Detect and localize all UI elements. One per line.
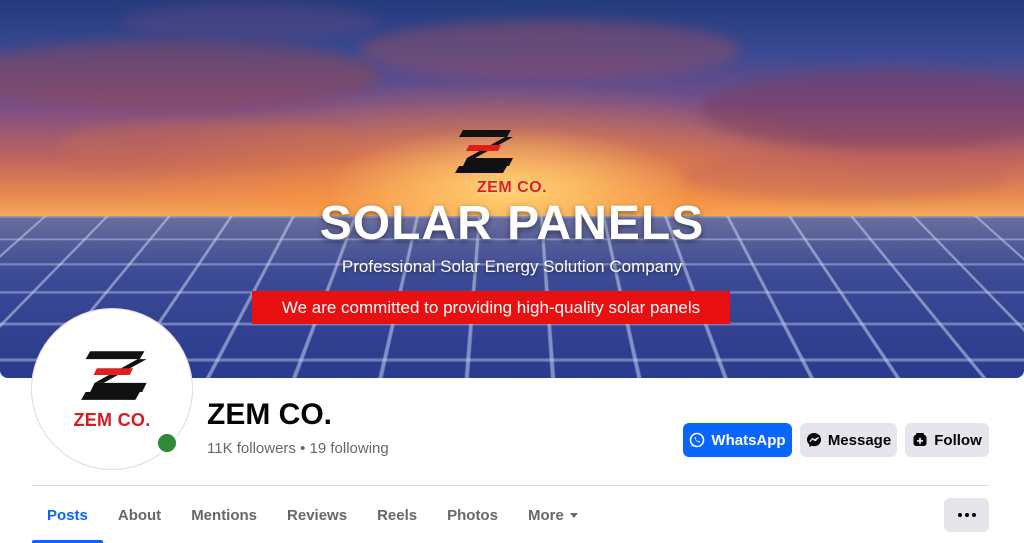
cover-subline: Professional Solar Energy Solution Compa… — [341, 257, 683, 276]
tab-posts[interactable]: Posts — [32, 487, 103, 543]
profile-tabs: Posts About Mentions Reviews Reels Photo… — [32, 487, 593, 543]
cloud — [120, 2, 380, 42]
follower-stats[interactable]: 11K followers • 19 following — [207, 440, 389, 457]
cover-headline: SOLAR PANELS — [319, 197, 705, 250]
follow-icon — [913, 433, 927, 446]
cloud — [700, 70, 1024, 150]
ellipsis-icon — [971, 513, 976, 517]
cover-brand-name: ZEM CO. — [476, 179, 548, 196]
follow-button[interactable]: Follow — [905, 423, 989, 457]
avatar-brand-name: ZEM CO. — [73, 410, 151, 430]
message-button[interactable]: Message — [800, 423, 897, 457]
tab-more[interactable]: More — [513, 487, 593, 543]
tab-label: More — [527, 506, 564, 524]
tab-photos[interactable]: Photos — [432, 487, 513, 543]
ellipsis-icon — [957, 513, 962, 517]
message-label: Message — [827, 431, 892, 449]
tab-mentions[interactable]: Mentions — [176, 487, 272, 543]
whatsapp-button[interactable]: WhatsApp — [683, 423, 792, 457]
tab-label: Mentions — [191, 506, 258, 524]
messenger-icon — [806, 433, 821, 447]
tab-label: Reviews — [287, 506, 348, 524]
zem-logo-icon — [81, 351, 147, 400]
tab-label: About — [117, 506, 162, 524]
tab-about[interactable]: About — [103, 487, 176, 543]
cloud — [60, 120, 360, 170]
tab-reviews[interactable]: Reviews — [272, 487, 362, 543]
whatsapp-label: WhatsApp — [711, 431, 786, 449]
tab-label: Photos — [447, 506, 498, 524]
tab-reels[interactable]: Reels — [362, 487, 432, 543]
page-title: ZEM CO. — [207, 398, 332, 431]
cloud — [0, 40, 380, 110]
more-options-button[interactable] — [944, 498, 989, 532]
zem-logo-icon — [455, 130, 513, 173]
tab-label: Reels — [377, 506, 418, 524]
online-status-indicator — [155, 431, 179, 455]
whatsapp-icon — [690, 432, 705, 448]
ellipsis-icon — [964, 513, 969, 517]
caret-down-icon — [569, 513, 578, 518]
tab-label: Posts — [47, 506, 88, 524]
follow-label: Follow — [934, 431, 982, 449]
cloud — [360, 20, 740, 80]
cover-banner: We are committed to providing high-quali… — [252, 291, 730, 324]
header-divider — [32, 485, 989, 486]
